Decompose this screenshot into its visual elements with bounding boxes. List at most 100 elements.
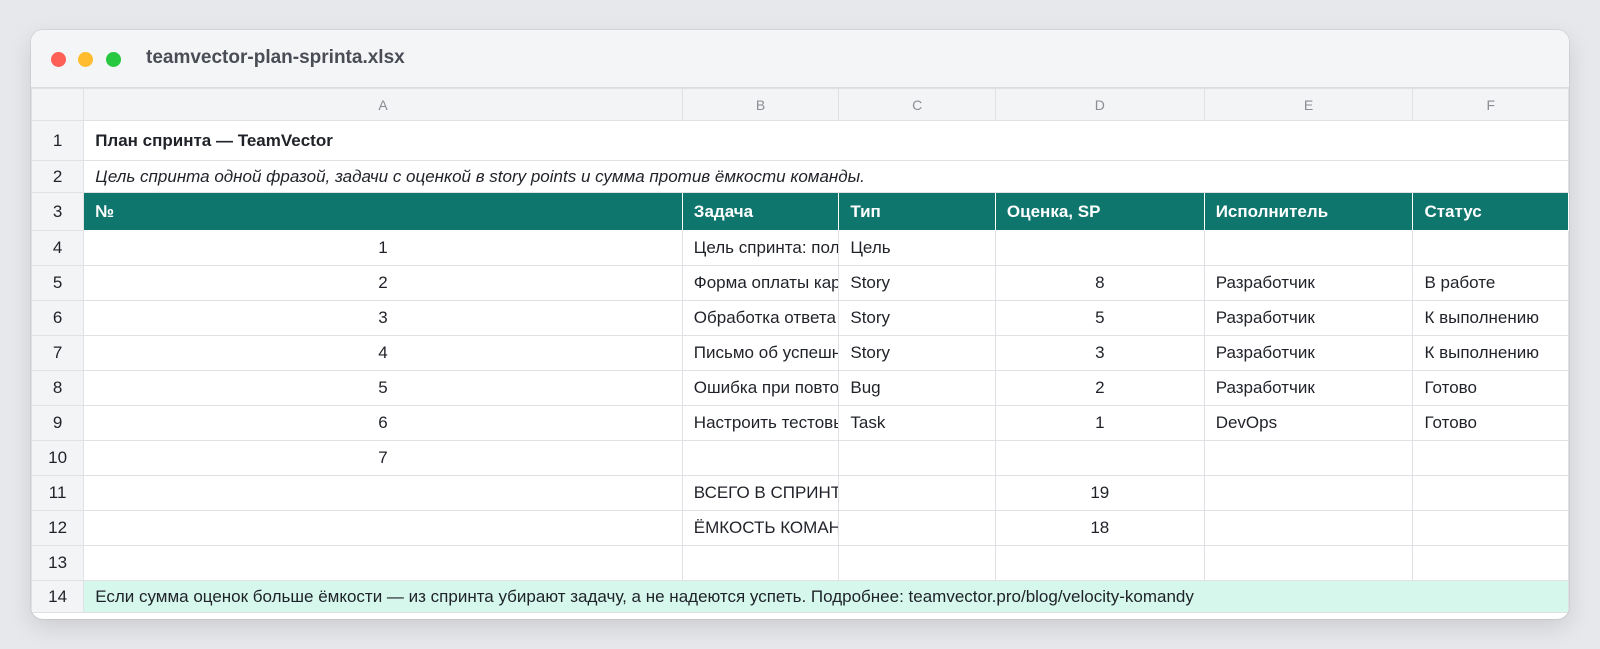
type-cell[interactable]: Story xyxy=(838,335,996,371)
row-number-4[interactable]: 4 xyxy=(31,230,85,266)
total-estimate-cell[interactable]: 19 xyxy=(994,475,1205,511)
task-cell[interactable]: Цель спринта: пользователь может оплатит… xyxy=(681,230,840,266)
task-cell[interactable]: Ошибка при повторной оплате xyxy=(681,370,840,406)
column-header-e[interactable]: E xyxy=(1203,88,1414,121)
status-cell[interactable] xyxy=(1412,440,1569,476)
estimate-cell[interactable]: 1 xyxy=(994,405,1205,441)
sheet-row: 41Цель спринта: пользователь может оплат… xyxy=(31,230,1569,266)
column-header-d[interactable]: D xyxy=(994,88,1205,121)
estimate-cell[interactable] xyxy=(994,230,1205,266)
empty-cell[interactable] xyxy=(1203,545,1414,581)
row-number-5[interactable]: 5 xyxy=(31,265,85,301)
task-number-cell[interactable]: 2 xyxy=(83,265,683,301)
total-label-cell[interactable]: ВСЕГО В СПРИНТЕ xyxy=(681,475,840,511)
assignee-cell[interactable]: Разработчик xyxy=(1203,335,1414,371)
capacity-label-cell[interactable]: ЁМКОСТЬ КОМАНДЫ (средняя скорость) xyxy=(681,510,840,546)
task-cell[interactable]: Письмо об успешной оплате xyxy=(681,335,840,371)
empty-cell[interactable] xyxy=(1203,475,1414,511)
row-number-9[interactable]: 9 xyxy=(31,405,85,441)
row-number-10[interactable]: 10 xyxy=(31,440,85,476)
status-cell[interactable]: В работе xyxy=(1412,265,1569,301)
column-header-f[interactable]: F xyxy=(1412,88,1569,121)
empty-cell[interactable] xyxy=(83,510,683,546)
empty-cell[interactable] xyxy=(83,545,683,581)
empty-cell[interactable] xyxy=(681,545,840,581)
header-assignee[interactable]: Исполнитель xyxy=(1203,192,1414,231)
header-estimate[interactable]: Оценка, SP xyxy=(994,192,1205,231)
row-number-12[interactable]: 12 xyxy=(31,510,85,546)
status-cell[interactable]: К выполнению xyxy=(1412,300,1569,336)
note-cell[interactable]: Если сумма оценок больше ёмкости — из сп… xyxy=(83,580,1569,613)
row-number-14[interactable]: 14 xyxy=(31,580,85,613)
status-cell[interactable]: К выполнению xyxy=(1412,335,1569,371)
empty-cell[interactable] xyxy=(1412,545,1569,581)
sheet-row: 52Форма оплаты картойStory8РазработчикВ … xyxy=(31,265,1569,301)
empty-cell[interactable] xyxy=(994,545,1205,581)
window-title: teamvector-plan-sprinta.xlsx xyxy=(146,47,405,68)
row-number-1[interactable]: 1 xyxy=(31,120,85,161)
estimate-cell[interactable]: 8 xyxy=(994,265,1205,301)
sheet-title-cell[interactable]: План спринта — TeamVector xyxy=(83,120,1569,161)
task-cell[interactable] xyxy=(681,440,840,476)
spreadsheet-window: teamvector-plan-sprinta.xlsx A B C D E F… xyxy=(31,30,1569,619)
task-number-cell[interactable]: 7 xyxy=(83,440,683,476)
estimate-cell[interactable]: 3 xyxy=(994,335,1205,371)
assignee-cell[interactable] xyxy=(1203,440,1414,476)
capacity-value-cell[interactable]: 18 xyxy=(994,510,1205,546)
status-cell[interactable]: Готово xyxy=(1412,405,1569,441)
close-window-button[interactable] xyxy=(51,52,66,67)
task-number-cell[interactable]: 4 xyxy=(83,335,683,371)
header-status[interactable]: Статус xyxy=(1412,192,1569,231)
empty-cell[interactable] xyxy=(83,475,683,511)
row-number-13[interactable]: 13 xyxy=(31,545,85,581)
estimate-cell[interactable]: 2 xyxy=(994,370,1205,406)
row-number-7[interactable]: 7 xyxy=(31,335,85,371)
assignee-cell[interactable]: Разработчик xyxy=(1203,265,1414,301)
assignee-cell[interactable]: Разработчик xyxy=(1203,300,1414,336)
sheet-subtitle-cell[interactable]: Цель спринта одной фразой, задачи с оцен… xyxy=(83,160,1569,193)
task-number-cell[interactable]: 6 xyxy=(83,405,683,441)
column-header-a[interactable]: A xyxy=(83,88,683,121)
empty-cell[interactable] xyxy=(1412,510,1569,546)
task-number-cell[interactable]: 5 xyxy=(83,370,683,406)
minimize-window-button[interactable] xyxy=(78,52,93,67)
header-task[interactable]: Задача xyxy=(681,192,840,231)
title-bar: teamvector-plan-sprinta.xlsx xyxy=(31,30,1569,88)
task-cell[interactable]: Форма оплаты картой xyxy=(681,265,840,301)
status-cell[interactable] xyxy=(1412,230,1569,266)
type-cell[interactable]: Bug xyxy=(838,370,996,406)
empty-cell[interactable] xyxy=(1203,510,1414,546)
sheet-row: 85Ошибка при повторной оплатеBug2Разрабо… xyxy=(31,370,1569,406)
column-header-c[interactable]: C xyxy=(838,88,996,121)
task-cell[interactable]: Настроить тестовый платёжный счёт xyxy=(681,405,840,441)
type-cell[interactable]: Story xyxy=(838,300,996,336)
row-number-8[interactable]: 8 xyxy=(31,370,85,406)
status-cell[interactable]: Готово xyxy=(1412,370,1569,406)
assignee-cell[interactable]: DevOps xyxy=(1203,405,1414,441)
task-number-cell[interactable]: 3 xyxy=(83,300,683,336)
row-number-3[interactable]: 3 xyxy=(31,192,85,231)
type-cell[interactable]: Цель xyxy=(838,230,996,266)
empty-cell[interactable] xyxy=(838,510,996,546)
row-number-2[interactable]: 2 xyxy=(31,160,85,193)
header-number[interactable]: № xyxy=(83,192,683,231)
type-cell[interactable]: Task xyxy=(838,405,996,441)
assignee-cell[interactable] xyxy=(1203,230,1414,266)
row-number-6[interactable]: 6 xyxy=(31,300,85,336)
estimate-cell[interactable]: 5 xyxy=(994,300,1205,336)
sheet-row: 11ВСЕГО В СПРИНТЕ193 xyxy=(31,475,1569,511)
column-header-b[interactable]: B xyxy=(681,88,840,121)
task-cell[interactable]: Обработка ответа платёжной системы xyxy=(681,300,840,336)
assignee-cell[interactable]: Разработчик xyxy=(1203,370,1414,406)
row-number-11[interactable]: 11 xyxy=(31,475,85,511)
empty-cell[interactable] xyxy=(1412,475,1569,511)
type-cell[interactable] xyxy=(838,440,996,476)
task-number-cell[interactable]: 1 xyxy=(83,230,683,266)
estimate-cell[interactable] xyxy=(994,440,1205,476)
type-cell[interactable]: Story xyxy=(838,265,996,301)
maximize-window-button[interactable] xyxy=(106,52,121,67)
empty-cell[interactable] xyxy=(838,545,996,581)
header-type[interactable]: Тип xyxy=(838,192,996,231)
empty-cell[interactable] xyxy=(838,475,996,511)
select-all-corner[interactable] xyxy=(31,88,85,121)
